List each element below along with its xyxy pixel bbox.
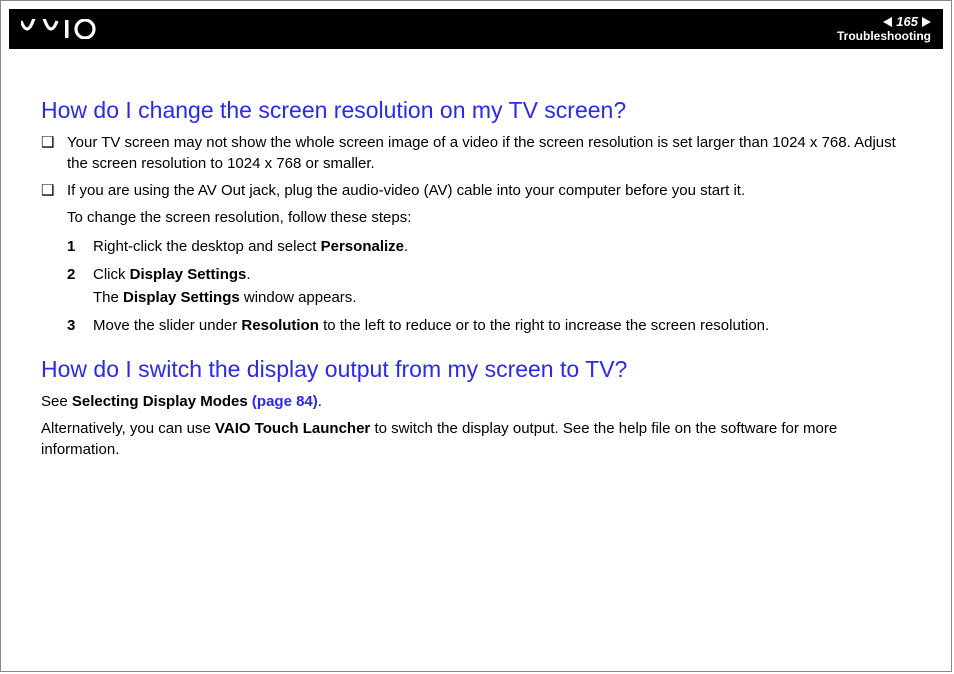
step-number: 2: [67, 264, 93, 309]
step-number: 1: [67, 236, 93, 259]
text: See: [41, 393, 72, 410]
bold-text: Display Settings: [123, 289, 240, 306]
section-label: Troubleshooting: [837, 30, 931, 43]
step-text: Right-click the desktop and select Perso…: [93, 236, 408, 259]
paragraph: Alternatively, you can use VAIO Touch La…: [41, 418, 911, 460]
bold-text: Personalize: [321, 238, 404, 255]
vaio-logo: [21, 19, 113, 39]
header-right: 165 Troubleshooting: [837, 15, 931, 42]
text: Move the slider under: [93, 317, 241, 334]
step-text: Click Display Settings. The Display Sett…: [93, 264, 356, 309]
page-number: 165: [896, 15, 918, 29]
bold-text: Resolution: [241, 317, 319, 334]
bullet-glyph: ❑: [41, 180, 67, 201]
heading-switch-display: How do I switch the display output from …: [41, 356, 911, 383]
content-area: How do I change the screen resolution on…: [1, 49, 951, 460]
bold-text: Display Settings: [130, 266, 247, 283]
text: Alternatively, you can use: [41, 420, 215, 437]
bullet-item: ❑ Your TV screen may not show the whole …: [41, 132, 911, 174]
paragraph: See Selecting Display Modes (page 84).: [41, 391, 911, 412]
follow-text: To change the screen resolution, follow …: [67, 207, 911, 230]
text: .: [404, 238, 408, 255]
page-navigation: 165: [837, 15, 931, 29]
heading-screen-resolution: How do I change the screen resolution on…: [41, 97, 911, 124]
text: window appears.: [240, 289, 357, 306]
text: Right-click the desktop and select: [93, 238, 321, 255]
step-item: 3 Move the slider under Resolution to th…: [41, 315, 911, 338]
bold-text: VAIO Touch Launcher: [215, 420, 370, 437]
bullet-item: ❑ If you are using the AV Out jack, plug…: [41, 180, 911, 201]
text: The: [93, 289, 123, 306]
text: to the left to reduce or to the right to…: [319, 317, 769, 334]
bullet-text: If you are using the AV Out jack, plug t…: [67, 180, 745, 201]
step-text: Move the slider under Resolution to the …: [93, 315, 769, 338]
bullet-text: Your TV screen may not show the whole sc…: [67, 132, 911, 174]
prev-page-arrow-icon[interactable]: [883, 17, 892, 27]
next-page-arrow-icon[interactable]: [922, 17, 931, 27]
step-number: 3: [67, 315, 93, 338]
step-item: 2 Click Display Settings. The Display Se…: [41, 264, 911, 309]
document-page: 165 Troubleshooting How do I change the …: [0, 0, 952, 672]
bold-text: Selecting Display Modes: [72, 393, 252, 410]
text: .: [246, 266, 250, 283]
page-reference-link[interactable]: (page 84): [252, 393, 318, 410]
text: Click: [93, 266, 130, 283]
text: .: [318, 393, 322, 410]
bullet-glyph: ❑: [41, 132, 67, 174]
step-item: 1 Right-click the desktop and select Per…: [41, 236, 911, 259]
header-bar: 165 Troubleshooting: [9, 9, 943, 49]
